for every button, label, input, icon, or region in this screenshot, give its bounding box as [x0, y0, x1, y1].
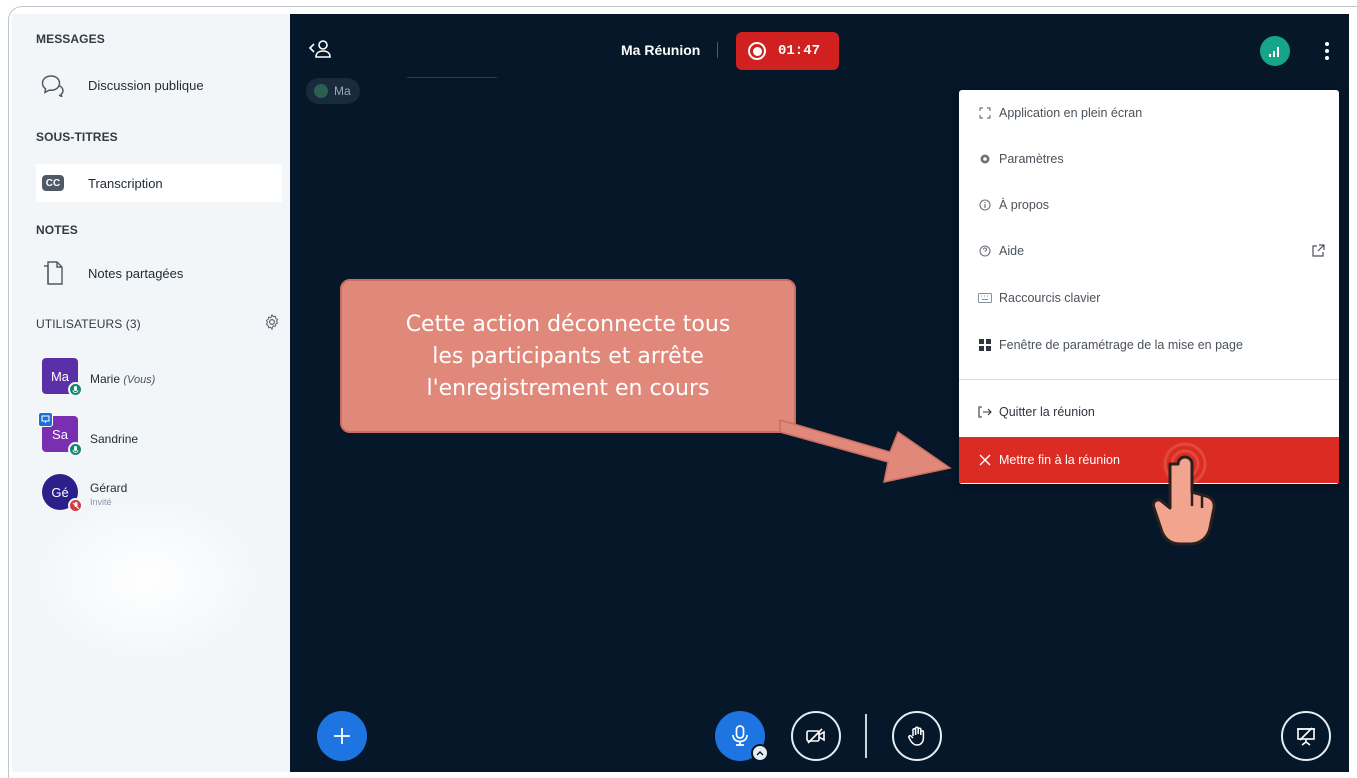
help-icon	[977, 243, 993, 259]
presentation-off-icon	[1297, 727, 1315, 746]
toggle-userlist-icon[interactable]	[308, 38, 334, 60]
menu-item-label: Fenêtre de paramétrage de la mise en pag…	[999, 338, 1243, 352]
actions-plus-button[interactable]	[317, 711, 367, 761]
menu-item-help[interactable]: Aide	[959, 231, 1339, 271]
presentation-toggle-button[interactable]	[1281, 711, 1331, 761]
user-role-gerard: Invité	[90, 497, 112, 507]
menu-item-label: Aide	[999, 244, 1025, 258]
user-name-marie: Marie (Vous)	[90, 372, 156, 386]
menu-item-layout-settings[interactable]: Fenêtre de paramétrage de la mise en pag…	[959, 325, 1339, 365]
cc-badge: CC	[42, 175, 64, 191]
menu-item-label: Raccourcis clavier	[999, 291, 1101, 305]
recording-indicator-button[interactable]: 01:47	[736, 32, 839, 70]
title-divider	[717, 42, 718, 58]
chat-icon	[40, 72, 66, 98]
shared-notes-label: Notes partagées	[88, 265, 184, 281]
avatar-initials: Gé	[51, 484, 69, 500]
public-chat-label: Discussion publique	[88, 77, 204, 93]
pointing-hand-icon	[1151, 442, 1216, 546]
more-options-kebab-icon[interactable]	[1317, 36, 1337, 66]
sidebar: MESSAGES Discussion publique SOUS-TITRES…	[12, 14, 290, 772]
captions-section-title: SOUS-TITRES	[36, 130, 118, 144]
menu-item-leave-meeting[interactable]: Quitter la réunion	[959, 392, 1339, 432]
info-icon	[977, 197, 993, 213]
raise-hand-icon	[908, 726, 925, 746]
camera-off-button[interactable]	[791, 711, 841, 761]
callout-line-1: Cette action déconnecte tous	[405, 312, 731, 337]
mic-on-icon	[68, 442, 83, 457]
menu-item-label: Quitter la réunion	[999, 405, 1095, 419]
user-row-marie[interactable]: Ma Marie (Vous)	[42, 358, 272, 398]
layout-icon	[977, 337, 993, 353]
settings-icon	[977, 151, 993, 167]
menu-item-label: Paramètres	[999, 152, 1064, 166]
menu-item-label: Mettre fin à la réunion	[999, 453, 1120, 467]
user-name-gerard: Gérard	[90, 481, 128, 495]
notes-icon	[40, 260, 66, 286]
user-row-sandrine[interactable]: Sa Sandrine	[38, 412, 272, 457]
transcription-label: Transcription	[88, 175, 163, 191]
recording-time: 01:47	[778, 43, 821, 59]
talking-name: Ma	[334, 84, 351, 98]
controls-divider	[865, 714, 867, 758]
keyboard-icon	[977, 290, 993, 306]
camera-off-icon	[806, 728, 825, 744]
menu-item-label: À propos	[999, 198, 1050, 212]
leave-icon	[977, 404, 993, 420]
presenter-icon	[38, 412, 53, 427]
menu-separator	[959, 379, 1339, 380]
callout-line-2: les participants et arrête	[432, 344, 704, 369]
mic-options-chevron-icon[interactable]	[751, 744, 769, 762]
plus-icon	[334, 728, 350, 744]
users-section-title: UTILISATEURS (3)	[36, 317, 141, 331]
close-icon	[977, 452, 993, 468]
talking-indicator-chip: Ma	[306, 78, 360, 104]
menu-item-label: Application en plein écran	[999, 106, 1143, 120]
shared-notes-item[interactable]: Notes partagées	[36, 254, 282, 292]
transcription-item[interactable]: CC Transcription	[36, 164, 282, 202]
callout-line-3: l'enregistrement en cours	[426, 376, 710, 401]
closed-captions-icon: CC	[40, 170, 66, 196]
public-chat-item[interactable]: Discussion publique	[36, 66, 282, 104]
mic-muted-icon	[68, 498, 83, 513]
microphone-icon	[732, 725, 748, 746]
avatar-initials: Sa	[52, 426, 68, 442]
meeting-title: Ma Réunion	[621, 42, 701, 58]
mic-on-icon	[68, 382, 83, 397]
messages-section-title: MESSAGES	[36, 32, 105, 46]
top-accent-line	[407, 77, 497, 78]
menu-item-keyboard-shortcuts[interactable]: Raccourcis clavier	[959, 278, 1339, 318]
users-settings-gear-icon[interactable]	[263, 313, 281, 331]
avatar-initials: Ma	[50, 368, 70, 384]
external-link-icon	[1311, 244, 1325, 258]
menu-item-about[interactable]: À propos	[959, 185, 1339, 225]
user-row-gerard[interactable]: Gé Gérard Invité	[42, 474, 272, 514]
sidebar-glow	[32, 494, 262, 664]
raise-hand-button[interactable]	[892, 711, 942, 761]
user-name-sandrine: Sandrine	[90, 432, 139, 446]
menu-item-fullscreen[interactable]: Application en plein écran	[959, 93, 1339, 133]
talking-dot	[314, 84, 328, 98]
callout-arrow-icon	[779, 419, 952, 483]
fullscreen-icon	[977, 105, 993, 121]
menu-item-settings[interactable]: Paramètres	[959, 139, 1339, 179]
connection-status-icon[interactable]	[1260, 36, 1290, 66]
notes-section-title: NOTES	[36, 223, 78, 237]
record-icon	[748, 42, 766, 60]
options-dropdown-menu: Application en plein écran Paramètres À …	[959, 90, 1339, 484]
tutorial-callout: Cette action déconnecte tous les partici…	[340, 279, 796, 433]
